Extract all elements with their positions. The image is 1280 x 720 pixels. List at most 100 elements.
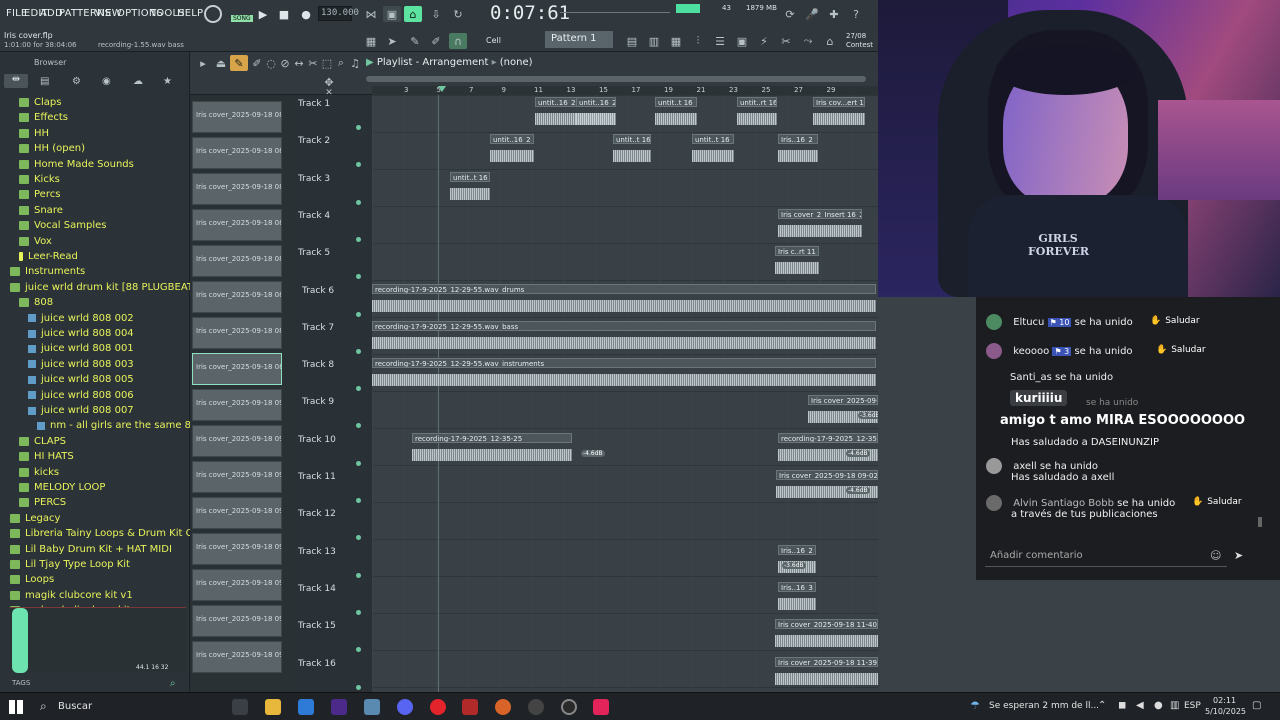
audio-clip[interactable]: untit..16_2: [576, 97, 616, 107]
taskbar-search[interactable]: Buscar: [58, 701, 92, 712]
tray-volume-icon[interactable]: ◀: [1136, 700, 1144, 711]
clip-gain-badge[interactable]: -4.6dB: [846, 487, 870, 494]
browser-item[interactable]: juice wrld 808 006: [28, 388, 134, 403]
cut-icon[interactable]: ✂: [777, 33, 795, 49]
greet-button[interactable]: ✋ Saludar: [1192, 497, 1242, 507]
chat-username[interactable]: Alvin Santiago Bobb: [1013, 498, 1114, 509]
browser-item[interactable]: Snare: [19, 203, 63, 218]
playlist-play-icon[interactable]: ▶: [366, 57, 377, 68]
track-mute-led[interactable]: [356, 348, 361, 354]
browser-tab-cloud-icon[interactable]: ☁: [133, 76, 143, 87]
audio-clip[interactable]: Iris cover_2025-09-18 11-40-36_Insert 23: [775, 619, 878, 630]
browser-item[interactable]: juice wrld 808 007: [28, 403, 134, 418]
snap-icon[interactable]: ▦: [362, 33, 380, 49]
tiktok-icon[interactable]: [593, 699, 609, 715]
clip-thumbnail[interactable]: Iris cover_2025-09-18 09...: [192, 533, 282, 565]
weather-text[interactable]: Se esperan 2 mm de ll...: [989, 701, 1099, 711]
audio-clip[interactable]: recording-17-9-2025_12-29-55.wav_bass: [372, 320, 876, 331]
browser-item[interactable]: HH (open): [19, 141, 85, 156]
notification-icon[interactable]: ▢: [1252, 700, 1261, 711]
tray-network-icon[interactable]: ▥: [1170, 700, 1179, 711]
browser-item[interactable]: juice wrld 808 002: [28, 311, 134, 326]
blend-icon[interactable]: ⇩: [427, 6, 445, 22]
windows-start-icon[interactable]: [9, 700, 23, 714]
clip-thumbnail[interactable]: Iris cover_2025-09-18 08...: [192, 209, 282, 241]
audio-clip[interactable]: untit..t 16: [692, 134, 734, 145]
chat-username[interactable]: Santi_as: [1010, 372, 1052, 383]
track-mute-led[interactable]: [356, 498, 361, 503]
track-label[interactable]: Track 4: [298, 211, 358, 221]
clip-gain-badge[interactable]: -3.6dB: [782, 561, 806, 569]
audio-clip[interactable]: Iris..16_2: [778, 544, 816, 555]
clock-time[interactable]: 02:11: [1213, 696, 1236, 705]
clip-thumbnail[interactable]: Iris cover_2025-09-18 08...: [192, 281, 282, 313]
browser-tab-plugins-icon[interactable]: ⚙: [72, 76, 81, 87]
draw-icon[interactable]: ✎: [406, 33, 424, 49]
track-label[interactable]: Track 1: [298, 99, 358, 109]
track-label[interactable]: Track 6: [302, 286, 362, 296]
tray-mic-icon[interactable]: ●: [1154, 700, 1163, 711]
playlist-menu-icon[interactable]: ▸: [194, 55, 212, 71]
browser-item[interactable]: MELODY LOOP: [19, 480, 105, 495]
track-mute-led[interactable]: [356, 684, 361, 690]
metronome-icon[interactable]: ⋈: [362, 6, 380, 22]
browser-item[interactable]: Leer-Read: [19, 249, 78, 264]
browser-item[interactable]: juice wrld 808 001: [28, 341, 134, 356]
track-mute-led[interactable]: [356, 609, 361, 615]
browser-item[interactable]: juice wrld 808 004: [28, 326, 134, 341]
browser-item[interactable]: Percs: [19, 187, 60, 202]
stop-icon[interactable]: ■: [275, 6, 293, 22]
greet-button[interactable]: ✋ Saludar: [1150, 316, 1200, 326]
tray-app-icon[interactable]: ◼: [1118, 700, 1126, 711]
track-mute-led[interactable]: [356, 572, 361, 578]
browser-item[interactable]: Libreria Tainy Loops & Drum Kit Official: [10, 526, 220, 541]
browser-item[interactable]: Home Made Sounds: [19, 157, 134, 172]
audio-clip[interactable]: recording-17-9-2025_12-35-25: [412, 432, 572, 443]
master-volume-slider[interactable]: [560, 12, 670, 13]
send-icon[interactable]: ➤: [1234, 549, 1243, 562]
menu-help[interactable]: HELP: [177, 8, 203, 19]
tray-arrow-icon[interactable]: ⌃: [1098, 700, 1106, 711]
audio-clip[interactable]: Iris cover_2025-09-18 09-01-24_Insert 11: [808, 395, 878, 406]
browser-tab-sounds-icon[interactable]: ◉: [102, 76, 111, 87]
horizontal-scrollbar[interactable]: [366, 76, 866, 82]
playhead-marker[interactable]: [438, 86, 446, 92]
time-display[interactable]: 0:07:61: [490, 2, 570, 26]
playlist-pattern-name[interactable]: (none): [500, 57, 533, 68]
clip-thumbnail[interactable]: Iris cover_2025-09-18 08...: [192, 353, 282, 385]
obs-icon[interactable]: [528, 699, 544, 715]
browser-item[interactable]: CLAPS: [19, 434, 66, 449]
clip-thumbnail[interactable]: Iris cover_2025-09-18 09...: [192, 605, 282, 637]
track-label[interactable]: Track 8: [302, 360, 362, 370]
online-icon[interactable]: ⌂: [821, 33, 839, 49]
loop-record-icon[interactable]: ↻: [449, 6, 467, 22]
capture-icon[interactable]: [462, 699, 478, 715]
plugin-icon[interactable]: ✚: [825, 6, 843, 22]
browser-item[interactable]: Instruments: [10, 264, 85, 279]
paint-icon[interactable]: ✐: [427, 33, 445, 49]
browser-tab-current-icon[interactable]: ▤: [40, 76, 49, 87]
app-circle-icon[interactable]: [561, 699, 577, 715]
audio-clip[interactable]: Iris c..rt 11: [775, 246, 819, 257]
chat-username[interactable]: keoooo: [1013, 346, 1049, 357]
emoji-icon[interactable]: ☺: [1210, 549, 1221, 562]
chat-username[interactable]: Eltucu: [1013, 317, 1044, 328]
browser-item[interactable]: kicks: [19, 465, 59, 480]
audio-clip[interactable]: Iris..16_2: [778, 134, 818, 145]
clip-thumbnail[interactable]: Iris cover_2025-09-18 09...: [192, 389, 282, 421]
clip-thumbnail[interactable]: Iris cover_2025-09-18 08...: [192, 101, 282, 133]
mixer-icon[interactable]: ⫶: [689, 33, 707, 49]
browser-item[interactable]: Effects: [19, 110, 68, 125]
audio-clip[interactable]: untit..t 16: [450, 171, 490, 182]
pattern-selector[interactable]: Pattern 1: [545, 31, 613, 48]
app-icon[interactable]: [364, 699, 380, 715]
track-mute-led[interactable]: [356, 311, 361, 317]
audio-clip[interactable]: Iris cover_2025-09-18 09-02-22_Insert 10: [776, 470, 878, 480]
record-icon[interactable]: ●: [297, 6, 315, 22]
opera-icon[interactable]: [430, 699, 446, 715]
audio-clip[interactable]: Iris..16_3: [778, 581, 816, 592]
browser-item[interactable]: Kicks: [19, 172, 60, 187]
track-label[interactable]: Track 13: [298, 547, 358, 557]
chat-scrollbar[interactable]: [1258, 517, 1262, 527]
tags-label[interactable]: TAGS: [12, 679, 30, 687]
